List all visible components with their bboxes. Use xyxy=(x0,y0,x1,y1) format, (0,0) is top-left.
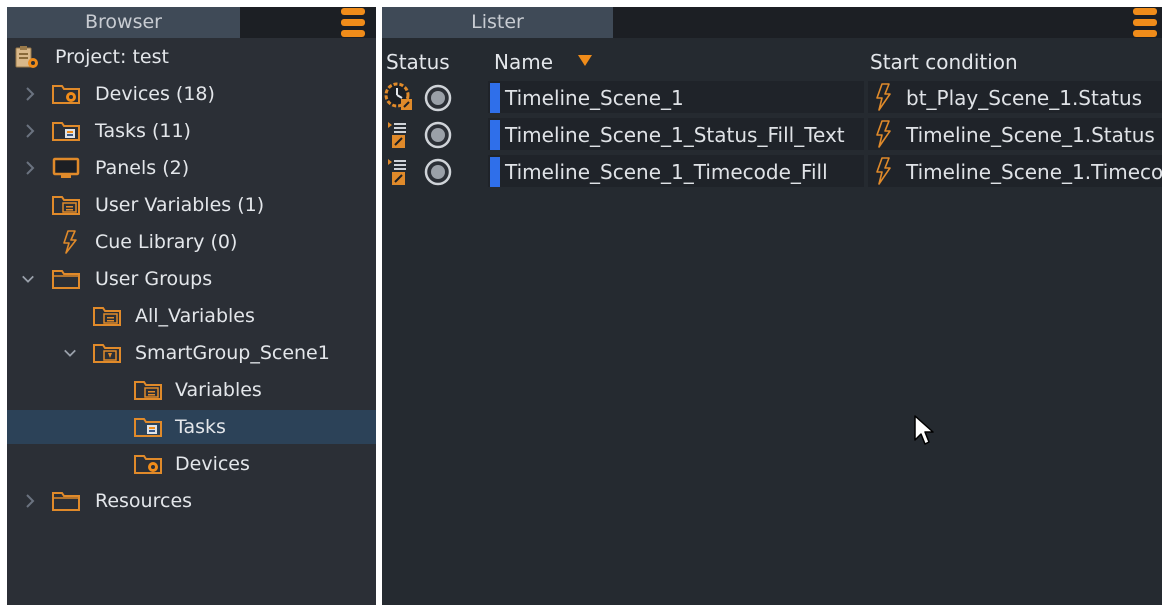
column-header-name[interactable]: Name xyxy=(494,45,553,79)
devices-folder-icon xyxy=(52,85,80,104)
task-name: Timeline_Scene_1 xyxy=(505,86,684,110)
monitor-icon xyxy=(52,157,80,178)
tree-item-variables[interactable]: Variables xyxy=(7,373,376,407)
tree-item-label: Tasks (11) xyxy=(95,120,191,142)
tree-item-group-devices[interactable]: Devices xyxy=(7,447,376,481)
lister-row[interactable]: Timeline_Scene_1_Status_Fill_Text Timeli… xyxy=(382,116,1162,152)
column-header-status[interactable]: Status xyxy=(386,45,450,79)
lister-header: Lister xyxy=(382,7,1162,38)
task-list-icon xyxy=(388,159,406,185)
color-tag xyxy=(490,157,500,187)
chevron-right-icon[interactable] xyxy=(23,160,37,176)
browser-menu-button[interactable] xyxy=(341,8,365,37)
lister-tab[interactable]: Lister xyxy=(382,7,613,38)
name-cell: Timeline_Scene_1 xyxy=(488,81,864,113)
start-condition-text: bt_Play_Scene_1.Status xyxy=(906,86,1143,110)
devices-folder-icon xyxy=(134,455,162,474)
tree-item-label: Variables xyxy=(175,379,262,401)
tree-item-resources[interactable]: Resources xyxy=(7,484,376,518)
start-condition-cell: bt_Play_Scene_1.Status xyxy=(868,81,1162,113)
tree-item-label: User Groups xyxy=(95,268,213,290)
tree-item-label: Project: test xyxy=(55,46,169,68)
variables-folder-icon xyxy=(134,381,162,400)
lightning-bolt-icon xyxy=(876,83,891,111)
browser-header: Browser xyxy=(7,7,376,38)
tree-item-project[interactable]: Project: test xyxy=(7,40,376,74)
color-tag xyxy=(490,83,500,113)
name-cell: Timeline_Scene_1_Timecode_Fill xyxy=(488,155,864,187)
color-tag xyxy=(490,120,500,150)
tree-item-cue-library[interactable]: Cue Library (0) xyxy=(7,225,376,259)
tree-item-devices[interactable]: Devices (18) xyxy=(7,77,376,111)
column-header-start-condition[interactable]: Start condition xyxy=(870,45,1018,79)
browser-panel: Browser Project: test Devices (18) Tasks… xyxy=(7,7,376,605)
chevron-down-icon[interactable] xyxy=(21,271,35,287)
tasks-folder-icon xyxy=(134,418,162,437)
tree-item-label: User Variables (1) xyxy=(95,194,265,216)
smart-folder-icon xyxy=(93,344,121,363)
inactive-radio-icon xyxy=(424,84,452,112)
project-clipboard-icon xyxy=(15,46,38,68)
mouse-cursor-icon xyxy=(914,415,934,445)
task-name: Timeline_Scene_1_Timecode_Fill xyxy=(505,160,828,184)
tree-item-smartgroup-scene1[interactable]: SmartGroup_Scene1 xyxy=(7,336,376,370)
task-list-icon xyxy=(388,122,406,148)
lightning-bolt-icon xyxy=(876,157,891,185)
tree-item-all-variables[interactable]: All_Variables xyxy=(7,299,376,333)
tree-item-user-variables[interactable]: User Variables (1) xyxy=(7,188,376,222)
lister-column-headers: Status Name Start condition xyxy=(382,45,1162,79)
chevron-right-icon[interactable] xyxy=(23,493,37,509)
tree-item-label: Cue Library (0) xyxy=(95,231,238,253)
task-name: Timeline_Scene_1_Status_Fill_Text xyxy=(505,123,845,147)
tree-item-user-groups[interactable]: User Groups xyxy=(7,262,376,296)
tree-item-panels[interactable]: Panels (2) xyxy=(7,151,376,185)
tree-item-label: Resources xyxy=(95,490,193,512)
chevron-right-icon[interactable] xyxy=(23,86,37,102)
lister-panel: Lister Status Name Start condition Timel… xyxy=(382,7,1162,605)
tree-item-label: Panels (2) xyxy=(95,157,190,179)
hamburger-menu-icon xyxy=(1133,8,1157,15)
lightning-bolt-icon xyxy=(63,230,77,254)
tasks-folder-icon xyxy=(52,122,80,141)
inactive-radio-icon xyxy=(424,158,452,186)
inactive-radio-icon xyxy=(424,121,452,149)
tree-item-tasks-selected[interactable]: Tasks xyxy=(7,410,376,444)
start-condition-cell: Timeline_Scene_1.Timecode xyxy=(868,155,1162,187)
name-cell: Timeline_Scene_1_Status_Fill_Text xyxy=(488,118,864,150)
lister-menu-button[interactable] xyxy=(1133,8,1157,37)
timeline-clock-icon xyxy=(384,82,412,110)
hamburger-menu-icon xyxy=(341,8,365,15)
start-condition-cell: Timeline_Scene_1.Status xyxy=(868,118,1162,150)
tree-item-label: Devices (18) xyxy=(95,83,215,105)
tree-item-tasks[interactable]: Tasks (11) xyxy=(7,114,376,148)
folder-icon xyxy=(52,492,80,511)
app-window: Browser Project: test Devices (18) Tasks… xyxy=(0,0,1162,605)
tree-item-label: Devices xyxy=(175,453,250,475)
tree-item-label: Tasks xyxy=(175,416,226,438)
start-condition-text: Timeline_Scene_1.Timecode xyxy=(906,160,1162,184)
start-condition-text: Timeline_Scene_1.Status xyxy=(906,123,1155,147)
tree-item-label: All_Variables xyxy=(135,305,255,327)
tree-item-label: SmartGroup_Scene1 xyxy=(135,342,330,364)
folder-icon xyxy=(52,270,80,289)
chevron-down-icon[interactable] xyxy=(63,345,77,361)
variables-folder-icon xyxy=(93,307,121,326)
variables-folder-icon xyxy=(52,196,80,215)
lister-row[interactable]: Timeline_Scene_1 bt_Play_Scene_1.Status xyxy=(382,79,1162,115)
lister-row[interactable]: Timeline_Scene_1_Timecode_Fill Timeline_… xyxy=(382,153,1162,189)
sort-down-arrow-icon[interactable] xyxy=(578,55,592,66)
lightning-bolt-icon xyxy=(876,120,891,148)
chevron-right-icon[interactable] xyxy=(23,123,37,139)
browser-tab[interactable]: Browser xyxy=(7,7,240,38)
